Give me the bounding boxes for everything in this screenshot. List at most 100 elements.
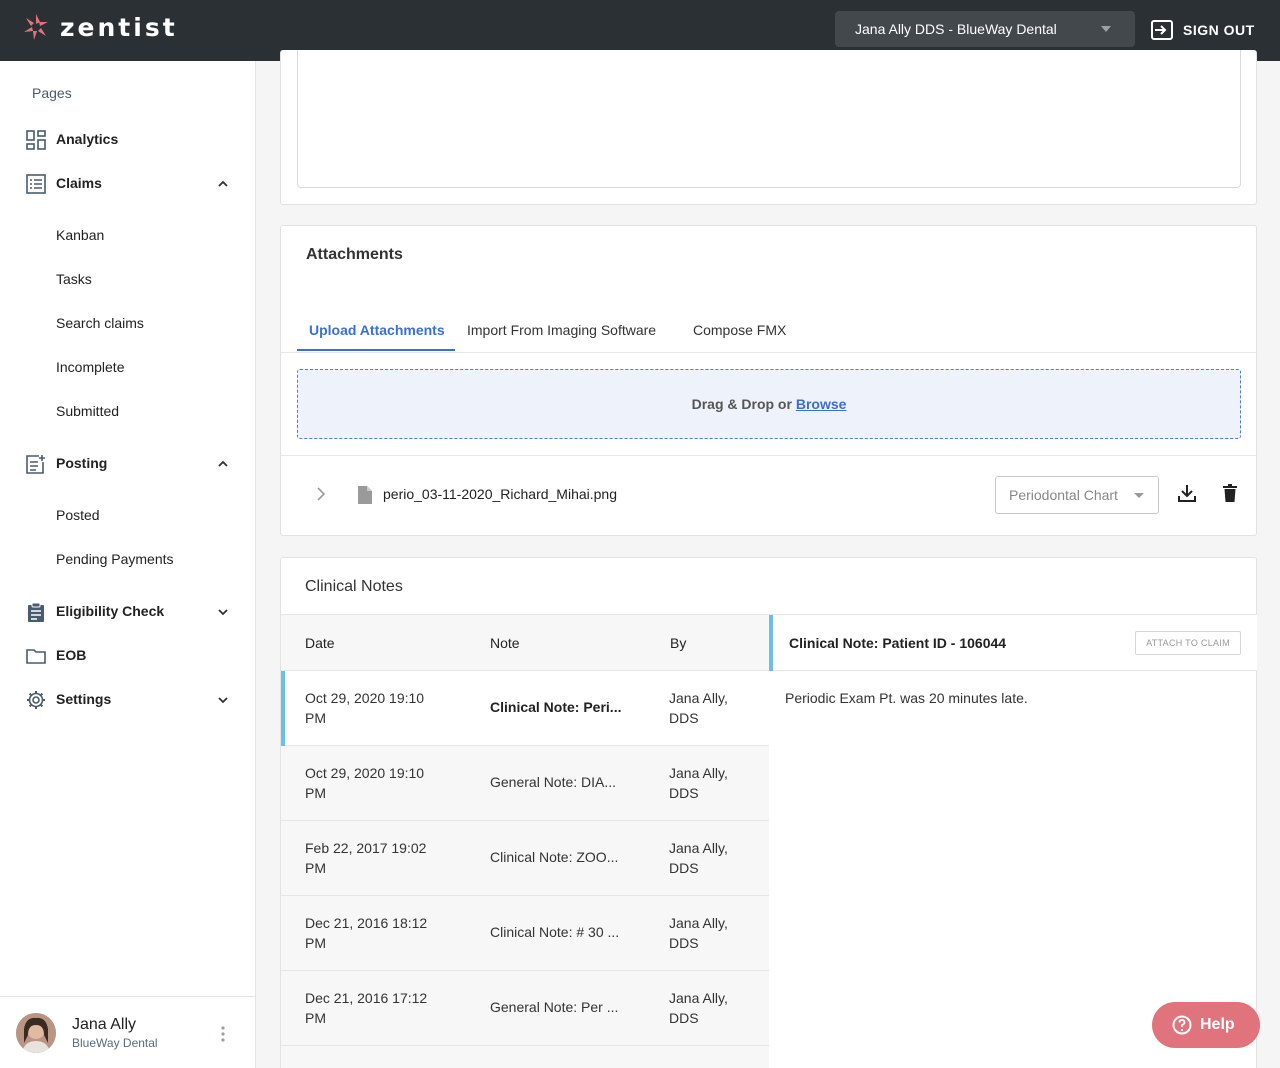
note-date: Dec 21, 2016 18:12 PM: [305, 915, 428, 951]
text-area-box[interactable]: [297, 50, 1241, 188]
table-row[interactable]: Dec 21, 2016 17:12 PM General Note: Per …: [281, 971, 769, 1046]
sidebar-subitem-tasks[interactable]: Tasks: [56, 271, 92, 287]
user-name: Jana Ally: [72, 1016, 137, 1033]
user-org: BlueWay Dental: [72, 1036, 158, 1050]
attachments-title: Attachments: [306, 246, 403, 263]
note-author: Jana Ally, DDS: [669, 690, 728, 726]
upload-dropzone[interactable]: Drag & Drop or Browse: [297, 369, 1241, 439]
sign-out-button[interactable]: SIGN OUT: [1151, 17, 1255, 43]
column-header-by[interactable]: By: [670, 635, 686, 651]
table-row[interactable]: Oct 29, 2020 19:10 PM General Note: DIA.…: [281, 746, 769, 821]
clinical-notes-table: Date Note By Oct 29, 2020 19:10 PM Clini…: [281, 614, 769, 1068]
browse-link[interactable]: Browse: [796, 396, 847, 412]
sidebar-subitem-kanban[interactable]: Kanban: [56, 227, 104, 243]
trash-icon[interactable]: [1223, 484, 1237, 502]
note-date: Dec 21, 2016 17:12 PM: [305, 990, 428, 1026]
detail-header: Clinical Note: Patient ID - 106044 ATTAC…: [769, 614, 1257, 671]
help-icon: [1172, 1015, 1192, 1035]
sidebar-subitem-posted[interactable]: Posted: [56, 507, 100, 523]
dropzone-text: Drag & Drop or: [691, 396, 792, 412]
attachment-type-select[interactable]: Periodontal Chart: [995, 476, 1159, 514]
note-summary: Clinical Note: Peri...: [490, 699, 622, 715]
column-header-note[interactable]: Note: [490, 635, 520, 651]
tab-compose-fmx[interactable]: Compose FMX: [693, 322, 786, 338]
table-row[interactable]: Oct 29, 2020 19:10 PM Clinical Note: Per…: [281, 671, 769, 746]
note-summary: Clinical Note: # 30 ...: [490, 924, 620, 940]
clinical-notes-card: Clinical Notes Date Note By Oct 29, 2020…: [280, 557, 1257, 1068]
column-header-date[interactable]: Date: [305, 635, 335, 651]
sidebar-item-settings[interactable]: Settings: [0, 684, 256, 714]
zentist-logo[interactable]: zentist: [22, 12, 178, 42]
chevron-up-icon[interactable]: [216, 177, 230, 191]
attachment-row: perio_03-11-2020_Richard_Mihai.png Perio…: [281, 456, 1257, 536]
sidebar-subitem-incomplete[interactable]: Incomplete: [56, 359, 124, 375]
note-date: Feb 22, 2017 19:02 PM: [305, 840, 427, 876]
note-summary: General Note: DIA...: [490, 774, 617, 790]
sidebar-item-posting[interactable]: Posting: [0, 448, 256, 478]
note-date: Oct 29, 2020 19:10 PM: [305, 690, 425, 726]
sidebar-item-label: Settings: [56, 691, 112, 707]
attach-to-claim-button[interactable]: ATTACH TO CLAIM: [1135, 631, 1241, 655]
active-tab-indicator: [297, 349, 455, 351]
note-author: Jana Ally, DDS: [669, 840, 728, 876]
pages-label: Pages: [32, 85, 72, 101]
sign-out-icon: [1151, 20, 1173, 40]
table-row[interactable]: Dec 21, 2016 18:12 PM Clinical Note: # 3…: [281, 896, 769, 971]
avatar-image: [16, 1013, 56, 1053]
sidebar-item-eligibility-check[interactable]: Eligibility Check: [0, 596, 256, 626]
gear-icon: [27, 691, 45, 709]
chevron-down-icon[interactable]: [216, 605, 230, 619]
logo-text: zentist: [60, 12, 178, 42]
avatar[interactable]: [16, 1013, 56, 1053]
clinical-note-detail: Clinical Note: Patient ID - 106044 ATTAC…: [769, 614, 1257, 1068]
note-author: Jana Ally, DDS: [669, 915, 728, 951]
sign-out-label: SIGN OUT: [1183, 22, 1255, 38]
chevron-right-icon[interactable]: [315, 486, 327, 502]
tab-upload-attachments[interactable]: Upload Attachments: [309, 322, 445, 338]
sidebar-item-claims[interactable]: Claims: [0, 168, 256, 198]
sidebar-item-eob[interactable]: EOB: [0, 640, 256, 670]
clinical-notes-title: Clinical Notes: [305, 578, 403, 595]
chevron-up-icon[interactable]: [216, 457, 230, 471]
practice-select[interactable]: Jana Ally DDS - BlueWay Dental: [835, 11, 1135, 47]
selected-indicator: [769, 615, 773, 671]
sidebar-item-label: Eligibility Check: [56, 603, 165, 619]
tab-import-imaging[interactable]: Import From Imaging Software: [467, 322, 656, 338]
sidebar-item-analytics[interactable]: Analytics: [0, 124, 256, 154]
selected-indicator: [281, 671, 285, 746]
note-summary: General Note: Per ...: [490, 999, 619, 1015]
caret-down-icon: [1101, 26, 1111, 32]
zentist-logo-icon: [24, 14, 48, 40]
table-row[interactable]: Feb 22, 2017 19:02 PM Clinical Note: ZOO…: [281, 821, 769, 896]
previous-section-card: [280, 50, 1257, 205]
note-author: Jana Ally, DDS: [669, 990, 728, 1026]
help-label: Help: [1200, 1016, 1235, 1033]
sidebar-item-label: EOB: [56, 647, 87, 663]
clipboard-icon: [28, 602, 44, 622]
download-icon[interactable]: [1177, 483, 1197, 503]
practice-select-value: Jana Ally DDS - BlueWay Dental: [855, 21, 1057, 37]
note-summary: Clinical Note: ZOO...: [490, 849, 619, 865]
sidebar: Pages Analytics Claims Kanban Tasks Sear…: [0, 61, 256, 1068]
sidebar-item-label: Claims: [56, 175, 102, 191]
caret-down-icon: [1134, 493, 1144, 498]
detail-body: Periodic Exam Pt. was 20 minutes late.: [785, 690, 1028, 706]
note-date: Oct 29, 2020 19:10 PM: [305, 765, 425, 801]
attachments-card: Attachments Upload Attachments Import Fr…: [280, 225, 1257, 536]
sidebar-subitem-search-claims[interactable]: Search claims: [56, 315, 144, 331]
user-card: Jana Ally BlueWay Dental: [0, 996, 256, 1068]
sidebar-subitem-submitted[interactable]: Submitted: [56, 403, 119, 419]
more-vertical-icon[interactable]: [220, 1025, 226, 1043]
divider: [281, 352, 1257, 353]
claims-icon: [26, 174, 46, 194]
detail-title: Clinical Note: Patient ID - 106044: [789, 635, 1007, 651]
sidebar-subitem-pending-payments[interactable]: Pending Payments: [56, 551, 174, 567]
analytics-icon: [26, 130, 46, 150]
help-button[interactable]: Help: [1152, 1002, 1260, 1048]
table-row[interactable]: [281, 1046, 769, 1068]
attachment-file-name: perio_03-11-2020_Richard_Mihai.png: [383, 486, 618, 502]
chevron-down-icon[interactable]: [216, 693, 230, 707]
posting-icon: [26, 455, 45, 474]
attachment-type-value: Periodontal Chart: [1009, 487, 1118, 503]
file-icon: [358, 486, 372, 504]
